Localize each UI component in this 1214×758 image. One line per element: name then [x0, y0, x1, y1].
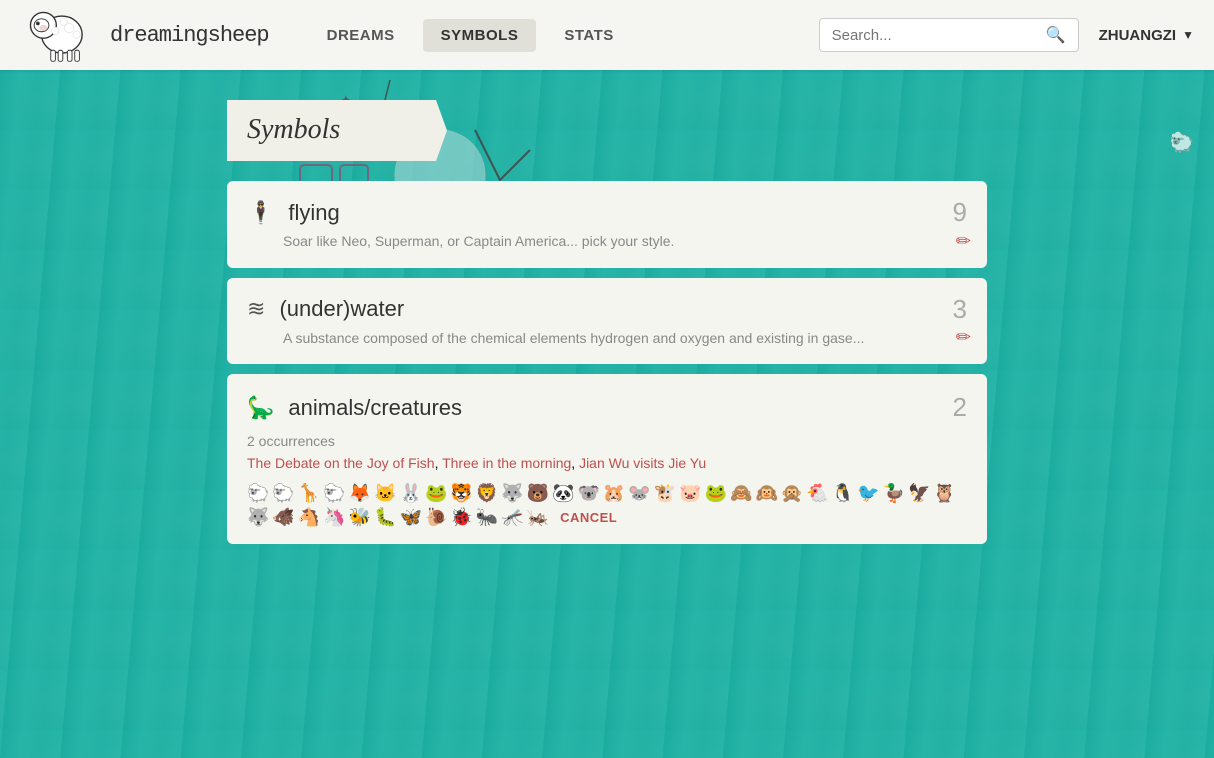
dream-links: The Debate on the Joy of Fish, Three in …: [247, 455, 967, 471]
dream-link-2[interactable]: Three in the morning: [442, 455, 571, 471]
nav-symbols[interactable]: SYMBOLS: [423, 19, 537, 52]
symbols-heading: Symbols: [227, 100, 447, 161]
emoji-item: 🐑: [323, 483, 345, 504]
card-title-area-flying: 🕴 flying: [247, 200, 340, 226]
animals-title-area: 🦕 animals/creatures: [247, 395, 462, 421]
nav-dreams[interactable]: DREAMS: [309, 19, 413, 52]
emoji-item: 🐮: [654, 483, 676, 504]
dream-link-1[interactable]: The Debate on the Joy of Fish: [247, 455, 435, 471]
animals-icon: 🦕: [247, 395, 274, 421]
username-label: ZHUANGZI: [1099, 27, 1177, 44]
emoji-item: 🐻: [527, 483, 549, 504]
content-area: Symbols 🕴 flying 9 Soar like Neo, Superm…: [207, 70, 1007, 584]
emoji-item: 🐺: [247, 507, 269, 528]
emoji-item: 🐰: [400, 483, 422, 504]
dream-link-3[interactable]: Jian Wu visits Jie Yu: [579, 455, 706, 471]
symbol-card-underwater[interactable]: ≋ (under)water 3 A substance composed of…: [227, 278, 987, 365]
emoji-item: 🦄: [323, 507, 345, 528]
emoji-item: 🐞: [450, 507, 472, 528]
nav-stats[interactable]: STATS: [546, 19, 631, 52]
symbol-card-flying[interactable]: 🕴 flying 9 Soar like Neo, Superman, or C…: [227, 181, 987, 268]
flying-edit-icon[interactable]: ✏: [956, 231, 971, 252]
emoji-item: 🐸: [425, 483, 447, 504]
search-button[interactable]: 🔍: [1046, 25, 1066, 45]
emoji-item: 🦁: [476, 483, 498, 504]
cancel-button[interactable]: CANCEL: [560, 510, 617, 525]
user-menu[interactable]: ZHUANGZI ▼: [1099, 27, 1194, 44]
animals-title: animals/creatures: [288, 395, 462, 421]
emoji-item: 🦅: [908, 483, 930, 504]
water-icon: ≋: [247, 296, 265, 322]
occurrences-label: 2 occurrences: [247, 433, 967, 449]
underwater-description: A substance composed of the chemical ele…: [283, 329, 967, 349]
chevron-down-icon: ▼: [1182, 28, 1194, 42]
emoji-item: 🦆: [883, 483, 905, 504]
emoji-item: 🐸: [705, 483, 727, 504]
flying-title: flying: [288, 200, 339, 226]
flying-description: Soar like Neo, Superman, or Captain Amer…: [283, 232, 967, 252]
header: dreamingsheep DREAMS SYMBOLS STATS 🔍 ZHU…: [0, 0, 1214, 70]
main-section: 🐑 ✦ 👁 Symb: [0, 70, 1214, 758]
emoji-item: 🐑: [247, 483, 269, 504]
emoji-item: 🐨: [577, 483, 599, 504]
main-nav: DREAMS SYMBOLS STATS: [309, 19, 799, 52]
emoji-item: 🦋: [400, 507, 422, 528]
emoji-item: 🙊: [781, 483, 803, 504]
emoji-item: 🦉: [933, 483, 955, 504]
card-title-area-underwater: ≋ (under)water: [247, 296, 404, 322]
emoji-item: 🐯: [450, 483, 472, 504]
emoji-item: 🐺: [501, 483, 523, 504]
emoji-item: 🐭: [628, 483, 650, 504]
underwater-title: (under)water: [279, 296, 404, 322]
emoji-item: 🐹: [603, 483, 625, 504]
emoji-item: 🙉: [755, 483, 777, 504]
site-name: dreamingsheep: [110, 23, 269, 48]
emoji-item: 🦒: [298, 483, 320, 504]
emoji-item: 🦗: [527, 507, 549, 528]
emoji-item: 🐴: [298, 507, 320, 528]
emoji-item: 🐛: [374, 507, 396, 528]
flying-icon: 🕴: [247, 200, 274, 226]
emoji-item: 🐝: [349, 507, 371, 528]
emoji-item: 🙈: [730, 483, 752, 504]
emoji-item: 🐌: [425, 507, 447, 528]
emoji-item: 🐑: [272, 483, 294, 504]
emoji-item: 🐧: [832, 483, 854, 504]
emoji-item: 🐼: [552, 483, 574, 504]
emoji-item: 🐱: [374, 483, 396, 504]
emoji-item: 🐦: [857, 483, 879, 504]
emoji-item: 🦊: [349, 483, 371, 504]
logo-area[interactable]: dreamingsheep: [20, 5, 269, 65]
emoji-item: 🐔: [806, 483, 828, 504]
search-input[interactable]: [832, 27, 1046, 44]
decorative-icon: 🐑: [1169, 130, 1194, 155]
underwater-count: 3: [953, 294, 967, 325]
flying-count: 9: [953, 197, 967, 228]
underwater-edit-icon[interactable]: ✏: [956, 327, 971, 348]
emoji-item: 🐜: [476, 507, 498, 528]
emoji-row: 🐑🐑🦒🐑🦊🐱🐰🐸🐯🦁🐺🐻🐼🐨🐹🐭🐮🐷🐸🙈🙉🙊🐔🐧🐦🦆🦅🦉🐺🐗🐴🦄🐝🐛🦋🐌🐞🐜🦟🦗…: [247, 483, 967, 528]
logo-icon: [20, 5, 100, 65]
symbol-card-animals[interactable]: 🦕 animals/creatures 2 2 occurrences The …: [227, 374, 987, 544]
emoji-item: 🐷: [679, 483, 701, 504]
emoji-item: 🦟: [501, 507, 523, 528]
animals-count: 2: [953, 392, 967, 423]
search-area[interactable]: 🔍: [819, 18, 1079, 52]
emoji-item: 🐗: [272, 507, 294, 528]
